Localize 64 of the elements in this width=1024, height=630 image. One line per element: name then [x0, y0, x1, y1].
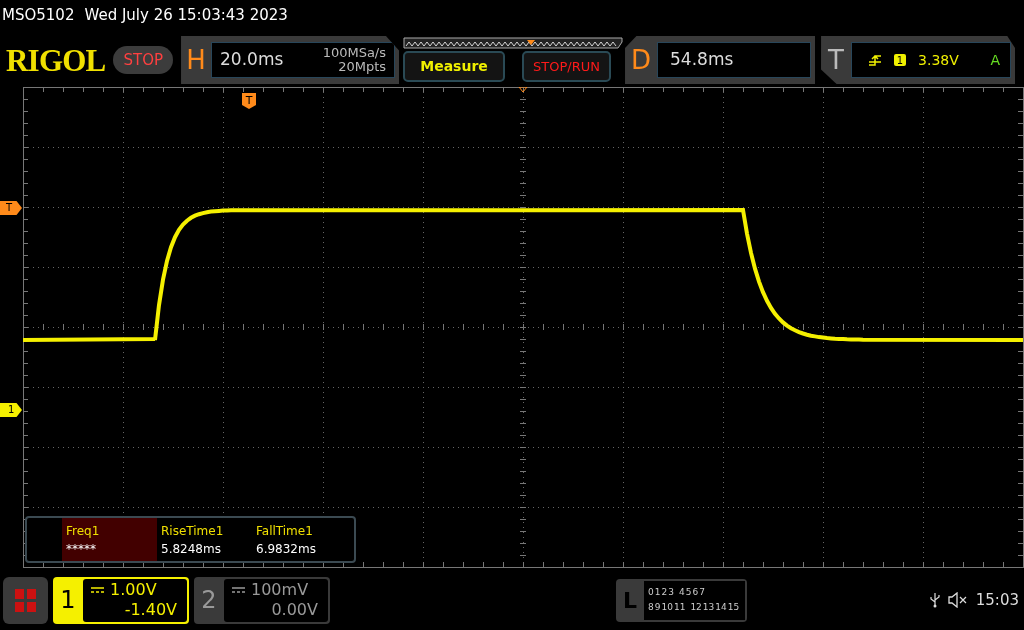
- logic-channel-number: 0: [648, 586, 654, 599]
- logic-channel-number: 3: [668, 586, 674, 599]
- measurement-value: 6.9832ms: [256, 540, 317, 558]
- center-marker-icon: [518, 87, 528, 93]
- rising-edge-icon: [868, 53, 883, 67]
- sample-rate: 100MSa/s: [322, 46, 387, 60]
- logic-channel-number: 9: [654, 601, 661, 614]
- usb-icon: [929, 592, 940, 608]
- channel-scale: 1.00V: [110, 580, 157, 600]
- measurement-name: Freq1: [66, 522, 101, 540]
- logic-channel-number: 2: [661, 586, 668, 599]
- horizontal-panel[interactable]: H 20.0ms 100MSa/s 20Mpts: [181, 36, 400, 84]
- delay-label: D: [630, 43, 653, 77]
- delay-value: 54.8ms: [670, 48, 734, 72]
- channel-number: 2: [200, 585, 218, 616]
- memory-depth: 20Mpts: [338, 60, 387, 74]
- logic-channel-number: 5: [685, 586, 692, 599]
- date-time: Wed July 26 15:03:43 2023: [84, 5, 288, 26]
- dc-coupling-icon: [91, 586, 104, 594]
- channel-marker[interactable]: 1: [0, 403, 22, 417]
- trigger-source-badge: 1: [894, 54, 907, 66]
- measurement-value: 5.8248ms: [161, 540, 222, 558]
- menu-button[interactable]: [3, 576, 48, 624]
- logic-channel-number: 10: [661, 601, 673, 614]
- trigger-mode: A: [990, 50, 1001, 70]
- measurement-name: FallTime1: [256, 522, 314, 540]
- trigger-label: T: [827, 43, 845, 77]
- logic-channel-number: 14: [715, 601, 727, 614]
- logic-label: L: [622, 586, 638, 615]
- stop-run-button[interactable]: STOP/RUN: [522, 51, 612, 82]
- measurement-value: *****: [66, 540, 97, 558]
- brand-logo: RIGOL: [6, 44, 106, 76]
- logic-channel-number: 4: [678, 586, 685, 599]
- measurement-item[interactable]: RiseTime1 5.8248ms: [157, 518, 252, 561]
- logic-channel-number: 8: [648, 601, 654, 614]
- delay-panel[interactable]: D 54.8ms: [625, 36, 816, 84]
- channel-number: 1: [59, 585, 77, 616]
- logic-channel-number: 11: [673, 601, 686, 614]
- logic-channel-number: 15: [727, 601, 740, 614]
- measurement-item[interactable]: Freq1 *****: [62, 518, 157, 561]
- measure-button[interactable]: Measure: [403, 51, 506, 82]
- speaker-muted-icon[interactable]: [947, 592, 968, 608]
- channel-offset: 0.00V: [271, 600, 318, 620]
- channel-offset: -1.40V: [124, 600, 177, 620]
- channel-scale: 100mV: [251, 580, 309, 600]
- logic-channel-number: 1: [654, 586, 661, 599]
- dc-coupling-icon: [232, 586, 245, 594]
- logic-channel-number: 13: [702, 601, 715, 614]
- clock-time: 15:03: [975, 589, 1019, 611]
- trigger-level-marker[interactable]: T: [0, 201, 22, 215]
- channel-panel[interactable]: 2 100mV 0.00V: [194, 576, 330, 624]
- horizontal-label: H: [185, 43, 207, 77]
- trigger-position-marker[interactable]: T: [242, 93, 256, 109]
- timebase-value: 20.0ms: [220, 48, 284, 72]
- measurement-item[interactable]: FallTime1 6.9832ms: [252, 518, 347, 561]
- channel-panel[interactable]: 1 1.00V -1.40V: [53, 576, 189, 624]
- logic-panel[interactable]: L 0 1 2 3 4 5 6 7 8 9 10 11 12 13 14 15: [616, 578, 747, 622]
- trigger-level: 3.38V: [918, 50, 959, 70]
- measurement-name: RiseTime1: [161, 522, 225, 540]
- logic-channel-number: 7: [699, 586, 705, 599]
- logic-channel-number: 6: [692, 586, 699, 599]
- model-name: MSO5102: [2, 5, 75, 26]
- trigger-panel[interactable]: T 1 3.38V A: [821, 36, 1016, 84]
- logic-channel-number: 12: [690, 601, 702, 614]
